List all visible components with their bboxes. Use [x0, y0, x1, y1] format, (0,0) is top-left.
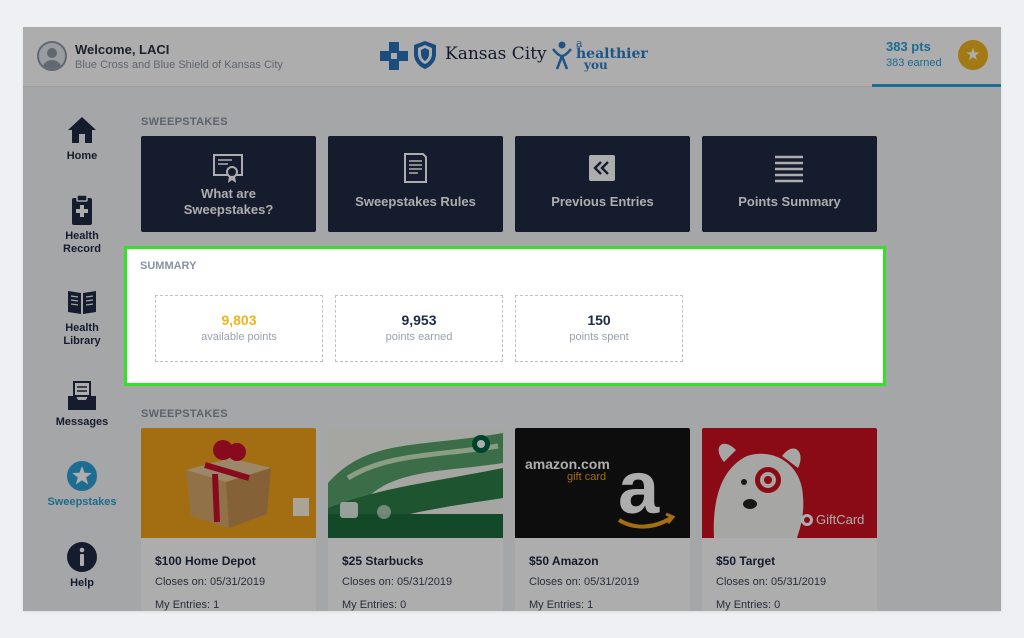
section-title-sweepstakes-list: SWEEPSTAKES	[141, 408, 228, 420]
inbox-icon	[68, 381, 96, 410]
stat-available-points: 9,803 available points	[155, 295, 323, 362]
points-widget[interactable]: 383 pts 383 earned ★	[872, 27, 1001, 87]
sidebar-item-sweepstakes[interactable]: Sweepstakes	[33, 460, 131, 509]
card-title: $50 Target	[716, 554, 776, 568]
stat-points-earned: 9,953 points earned	[335, 295, 503, 362]
tile-sweepstakes-rules[interactable]: Sweepstakes Rules	[328, 136, 503, 232]
home-icon	[68, 117, 96, 143]
brand-logo: Kansas City a healthier you	[380, 38, 650, 74]
section-title-sweepstakes-nav: SWEEPSTAKES	[141, 116, 228, 128]
sidebar-item-label: Home	[66, 150, 98, 162]
star-icon: ★	[958, 40, 988, 70]
points-total: 383 pts	[886, 39, 931, 54]
available-points-caption: available points	[201, 331, 277, 343]
home-depot-gift-image	[141, 428, 316, 538]
tile-what-are-sweepstakes[interactable]: What are Sweepstakes?	[141, 136, 316, 232]
tile-points-summary[interactable]: Points Summary	[702, 136, 877, 232]
sidebar-nav: Home Health Record Health Library Messag…	[23, 88, 140, 611]
tile-label: Points Summary	[738, 194, 841, 209]
sidebar-item-label: Health Record	[63, 230, 101, 255]
sweepstakes-card-starbucks[interactable]: $25 Starbucks Closes on: 05/31/2019 My E…	[328, 428, 503, 611]
blue-shield-icon	[414, 41, 436, 69]
card-entries: My Entries: 1	[155, 599, 220, 611]
card-title: $25 Starbucks	[342, 554, 424, 568]
logo-city-text: Kansas City	[445, 44, 547, 64]
list-icon	[775, 155, 803, 183]
sidebar-item-label: Sweepstakes	[47, 496, 117, 508]
svg-text:a: a	[618, 446, 660, 529]
sidebar-item-home[interactable]: Home	[33, 114, 131, 163]
app-window: Welcome, LACI Blue Cross and Blue Shield…	[23, 27, 1001, 611]
summary-panel: SUMMARY 9,803 available points 9,953 poi…	[124, 246, 886, 386]
sidebar-item-help[interactable]: Help	[33, 541, 131, 590]
card-closing-date: Closes on: 05/31/2019	[716, 576, 827, 588]
target-gift-card-text: GiftCard	[816, 512, 865, 527]
tile-label: Previous Entries	[551, 194, 654, 209]
avatar-head	[47, 48, 57, 58]
starbucks-gift-image	[328, 428, 503, 538]
amazon-gift-image: amazon.com gift card a	[515, 428, 690, 538]
tile-label: Sweepstakes Rules	[355, 194, 476, 209]
card-title: $100 Home Depot	[155, 554, 256, 568]
sweepstakes-card-amazon[interactable]: amazon.com gift card a $50 Amazon Closes…	[515, 428, 690, 611]
avatar[interactable]	[37, 41, 67, 71]
organization-name: Blue Cross and Blue Shield of Kansas Cit…	[75, 59, 283, 71]
star-icon	[67, 461, 97, 491]
sidebar-item-health-library[interactable]: Health Library	[33, 286, 131, 348]
card-entries: My Entries: 1	[529, 599, 594, 611]
sidebar-item-label: Messages	[55, 416, 109, 428]
healthier-you-text: a healthier you	[576, 38, 648, 71]
sidebar-item-label: Help	[70, 577, 94, 589]
sidebar-item-label: Health Library	[63, 322, 101, 347]
sweepstakes-card-target[interactable]: GiftCard $50 Target Closes on: 05/31/201…	[702, 428, 877, 611]
points-spent-caption: points spent	[569, 331, 629, 343]
summary-title: SUMMARY	[140, 260, 197, 272]
stat-points-spent: 150 points spent	[515, 295, 683, 362]
card-entries: My Entries: 0	[716, 599, 781, 611]
card-closing-date: Closes on: 05/31/2019	[155, 576, 266, 588]
points-spent-value: 150	[587, 312, 611, 328]
points-earned-value: 9,953	[401, 312, 437, 328]
top-header: Welcome, LACI Blue Cross and Blue Shield…	[23, 27, 1001, 87]
avatar-body	[42, 60, 62, 69]
certificate-icon	[213, 154, 243, 183]
card-title: $50 Amazon	[529, 554, 599, 568]
sweepstakes-card-home-depot[interactable]: $100 Home Depot Closes on: 05/31/2019 My…	[141, 428, 316, 611]
document-icon	[404, 153, 427, 183]
card-closing-date: Closes on: 05/31/2019	[529, 576, 640, 588]
card-entries: My Entries: 0	[342, 599, 407, 611]
amazon-a-icon: a	[617, 446, 676, 529]
clipboard-icon	[72, 194, 92, 225]
info-icon	[67, 542, 97, 572]
blue-cross-icon	[380, 42, 408, 70]
tile-previous-entries[interactable]: Previous Entries	[515, 136, 690, 232]
card-closing-date: Closes on: 05/31/2019	[342, 576, 453, 588]
points-earned-caption: points earned	[385, 331, 453, 343]
healthier-you-figure-icon	[552, 41, 572, 70]
welcome-text: Welcome, LACI	[75, 42, 170, 57]
gift-box-icon	[186, 440, 309, 528]
book-icon	[68, 291, 96, 314]
starbucks-wave-icon	[328, 433, 503, 538]
sidebar-item-messages[interactable]: Messages	[33, 380, 131, 429]
target-gift-image: GiftCard	[702, 428, 877, 538]
available-points-value: 9,803	[221, 312, 257, 328]
sidebar-item-health-record[interactable]: Health Record	[33, 194, 131, 256]
rewind-icon	[589, 155, 615, 181]
tile-label: What are Sweepstakes?	[183, 186, 274, 217]
points-earned: 383 earned	[886, 57, 942, 69]
